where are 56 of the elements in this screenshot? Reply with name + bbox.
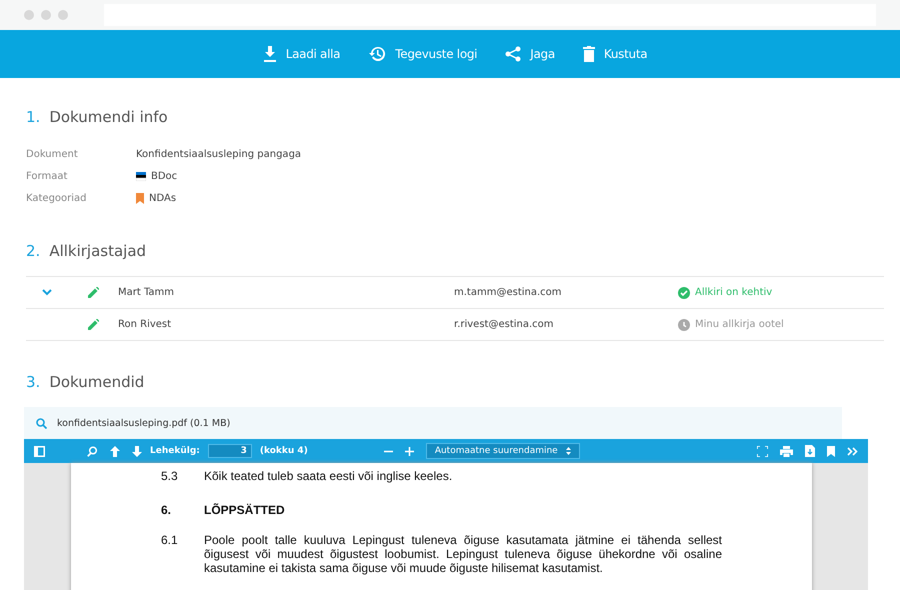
- search-icon[interactable]: [87, 446, 98, 456]
- signature-status: Minu allkirja ootel: [695, 319, 784, 330]
- signer-name: Mart Tamm: [118, 287, 176, 298]
- zoom-select[interactable]: Automaatne suurendamine: [426, 443, 580, 459]
- field-value: BDoc: [151, 170, 178, 182]
- window-dot[interactable]: [58, 10, 68, 20]
- arrow-down-icon[interactable]: [132, 446, 142, 456]
- bookmark-icon[interactable]: [827, 446, 835, 456]
- section-title: Allkirjastajad: [49, 242, 146, 262]
- pencil-icon[interactable]: [88, 287, 98, 298]
- print-icon[interactable]: [780, 446, 793, 456]
- file-name[interactable]: konfidentsiaalsusleping.pdf (0.1 MB): [57, 418, 230, 428]
- window-dot[interactable]: [41, 10, 51, 20]
- signer-name: Ron Rivest: [118, 319, 172, 330]
- clause-text: Kõik teated tuleb saata eesti või inglise keeles.: [204, 469, 452, 483]
- field-value: NDAs: [149, 192, 176, 204]
- signer-email: r.rivest@estina.com: [454, 319, 555, 330]
- field-label: Formaat: [26, 170, 68, 182]
- clause-number: 6.1: [161, 533, 179, 549]
- sidebar-toggle-icon[interactable]: [34, 446, 45, 456]
- page-input[interactable]: 3: [208, 444, 252, 458]
- section-title: Dokumendid: [49, 373, 144, 393]
- double-chevron-icon[interactable]: [847, 446, 858, 456]
- fullscreen-icon[interactable]: [757, 446, 768, 456]
- share-icon: [505, 46, 522, 62]
- search-icon[interactable]: [36, 418, 47, 428]
- pencil-icon[interactable]: [88, 319, 98, 330]
- clause-number: 5.3: [161, 469, 179, 483]
- window-dot[interactable]: [24, 10, 34, 20]
- zoom-in-icon[interactable]: [404, 446, 414, 456]
- signature-status: Allkiri on kehtiv: [695, 287, 772, 298]
- field-label: Kategooriad: [26, 192, 88, 204]
- section-number: 2.: [26, 242, 40, 262]
- history-icon: [368, 46, 386, 62]
- page-total: (kokku 4): [260, 446, 308, 456]
- action-button[interactable]: Tegevuste logi: [368, 42, 478, 66]
- section-title: Dokumendi info: [49, 108, 168, 128]
- clause-number: 6.: [161, 503, 172, 517]
- flag-icon: [136, 172, 146, 180]
- save-icon[interactable]: [805, 445, 815, 457]
- action-button[interactable]: Jaga: [505, 42, 555, 66]
- chevron-down-icon[interactable]: [42, 289, 52, 296]
- signer-email: m.tamm@estina.com: [454, 287, 563, 298]
- section-number: 1.: [26, 108, 40, 128]
- clause-text: LÕPPSÄTTED: [204, 503, 285, 517]
- section-number: 3.: [26, 373, 40, 393]
- download-icon: [262, 46, 277, 62]
- arrow-up-icon[interactable]: [110, 446, 120, 456]
- action-button[interactable]: Laadi alla: [262, 42, 340, 66]
- field-value: Konfidentsiaalsusleping pangaga: [136, 148, 302, 160]
- page-label: Lehekülg:: [150, 446, 200, 456]
- action-button[interactable]: Kustuta: [582, 42, 648, 66]
- caret-icon: [566, 447, 571, 455]
- field-label: Dokument: [26, 148, 79, 160]
- clause-text: Poole poolt talle kuuluva Lepingust tuleneva õiguse kasutamata jätmine ei tähenda sellest õigusest või muudest õigustest loobumist. Lepingust tuleneva õiguse ühekordne või osaline kasutamine ei takista sama õiguse või muude õiguste hilisemat kasutamist.: [204, 533, 722, 575]
- trash-icon: [582, 46, 595, 62]
